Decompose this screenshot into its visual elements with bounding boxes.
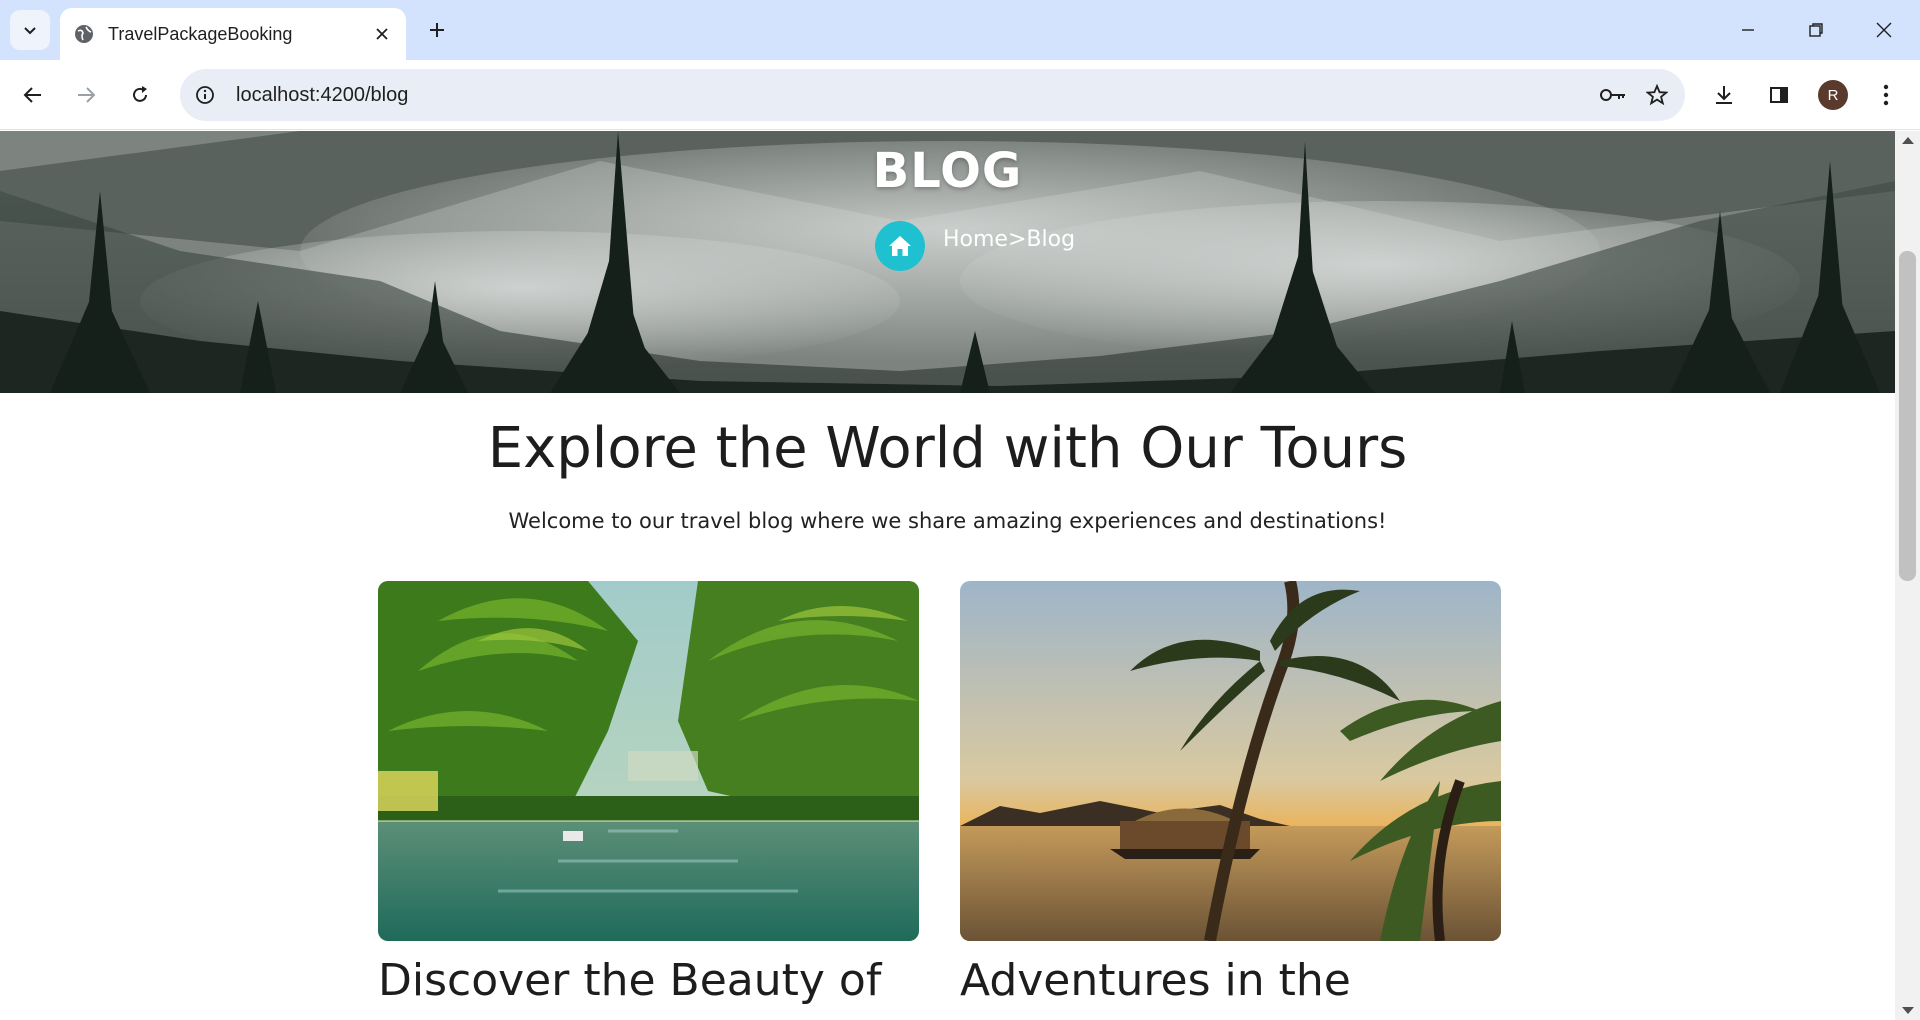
address-bar[interactable]: localhost:4200/blog: [180, 69, 1685, 121]
scroll-up-arrow-icon[interactable]: [1902, 137, 1914, 144]
hero-banner: BLOG Home>Blog: [0, 131, 1895, 393]
sunset-houseboat-image: [960, 581, 1501, 941]
plus-icon: [430, 23, 444, 37]
close-window-button[interactable]: [1850, 0, 1918, 60]
url-text[interactable]: localhost:4200/blog: [236, 84, 1591, 107]
tab-title: TravelPackageBooking: [108, 23, 293, 44]
reload-button[interactable]: [120, 75, 160, 115]
section-heading: Explore the World with Our Tours: [487, 416, 1408, 481]
forward-button[interactable]: [66, 75, 106, 115]
page-viewport: BLOG Home>Blog Explore the World with Ou…: [0, 131, 1895, 1020]
blog-card[interactable]: Adventures in the: [960, 581, 1501, 1006]
kebab-menu-icon: [1883, 84, 1889, 106]
new-tab-button[interactable]: [417, 10, 457, 50]
close-icon: [1876, 22, 1892, 38]
browser-toolbar: localhost:4200/blog R: [0, 60, 1920, 130]
globe-icon: [74, 24, 94, 44]
restore-icon: [1809, 23, 1823, 37]
minimize-button[interactable]: [1714, 0, 1782, 60]
blog-card-image[interactable]: [378, 581, 919, 941]
side-panel-icon: [1770, 87, 1788, 103]
backwater-palms-image: [378, 581, 919, 941]
chevron-down-icon: [24, 27, 36, 35]
breadcrumb: Home>Blog: [875, 221, 1075, 271]
section-subheading: Welcome to our travel blog where we shar…: [508, 509, 1387, 533]
scroll-down-arrow-icon[interactable]: [1902, 1007, 1914, 1014]
reload-icon: [133, 86, 147, 102]
page-title: BLOG: [872, 143, 1023, 199]
close-tab-icon[interactable]: [368, 20, 396, 48]
browser-tab-strip: TravelPackageBooking: [0, 0, 1920, 60]
active-tab[interactable]: TravelPackageBooking: [60, 8, 406, 60]
downloads-button[interactable]: [1704, 75, 1744, 115]
blog-card[interactable]: Discover the Beauty of: [378, 581, 919, 1006]
download-icon: [1716, 86, 1732, 104]
menu-button[interactable]: [1866, 75, 1906, 115]
password-key-icon[interactable]: [1591, 73, 1635, 117]
arrow-right-icon: [78, 87, 96, 103]
back-button[interactable]: [13, 75, 53, 115]
restore-button[interactable]: [1782, 0, 1850, 60]
blog-card-title[interactable]: Adventures in the: [960, 955, 1501, 1006]
home-icon: [889, 236, 911, 256]
arrow-left-icon: [23, 87, 41, 103]
profile-avatar[interactable]: R: [1818, 80, 1848, 110]
site-info-icon[interactable]: [190, 80, 220, 110]
scrollbar-thumb[interactable]: [1899, 251, 1916, 581]
side-panel-button[interactable]: [1759, 75, 1799, 115]
blog-card-image[interactable]: [960, 581, 1501, 941]
page-scrollbar[interactable]: [1895, 131, 1920, 1020]
breadcrumb-link[interactable]: Home>Blog: [943, 227, 1075, 252]
bookmark-star-icon[interactable]: [1635, 73, 1679, 117]
minimize-icon: [1742, 29, 1754, 31]
home-button[interactable]: [875, 221, 925, 271]
tab-search-button[interactable]: [10, 10, 50, 50]
blog-card-title[interactable]: Discover the Beauty of: [378, 955, 919, 1006]
